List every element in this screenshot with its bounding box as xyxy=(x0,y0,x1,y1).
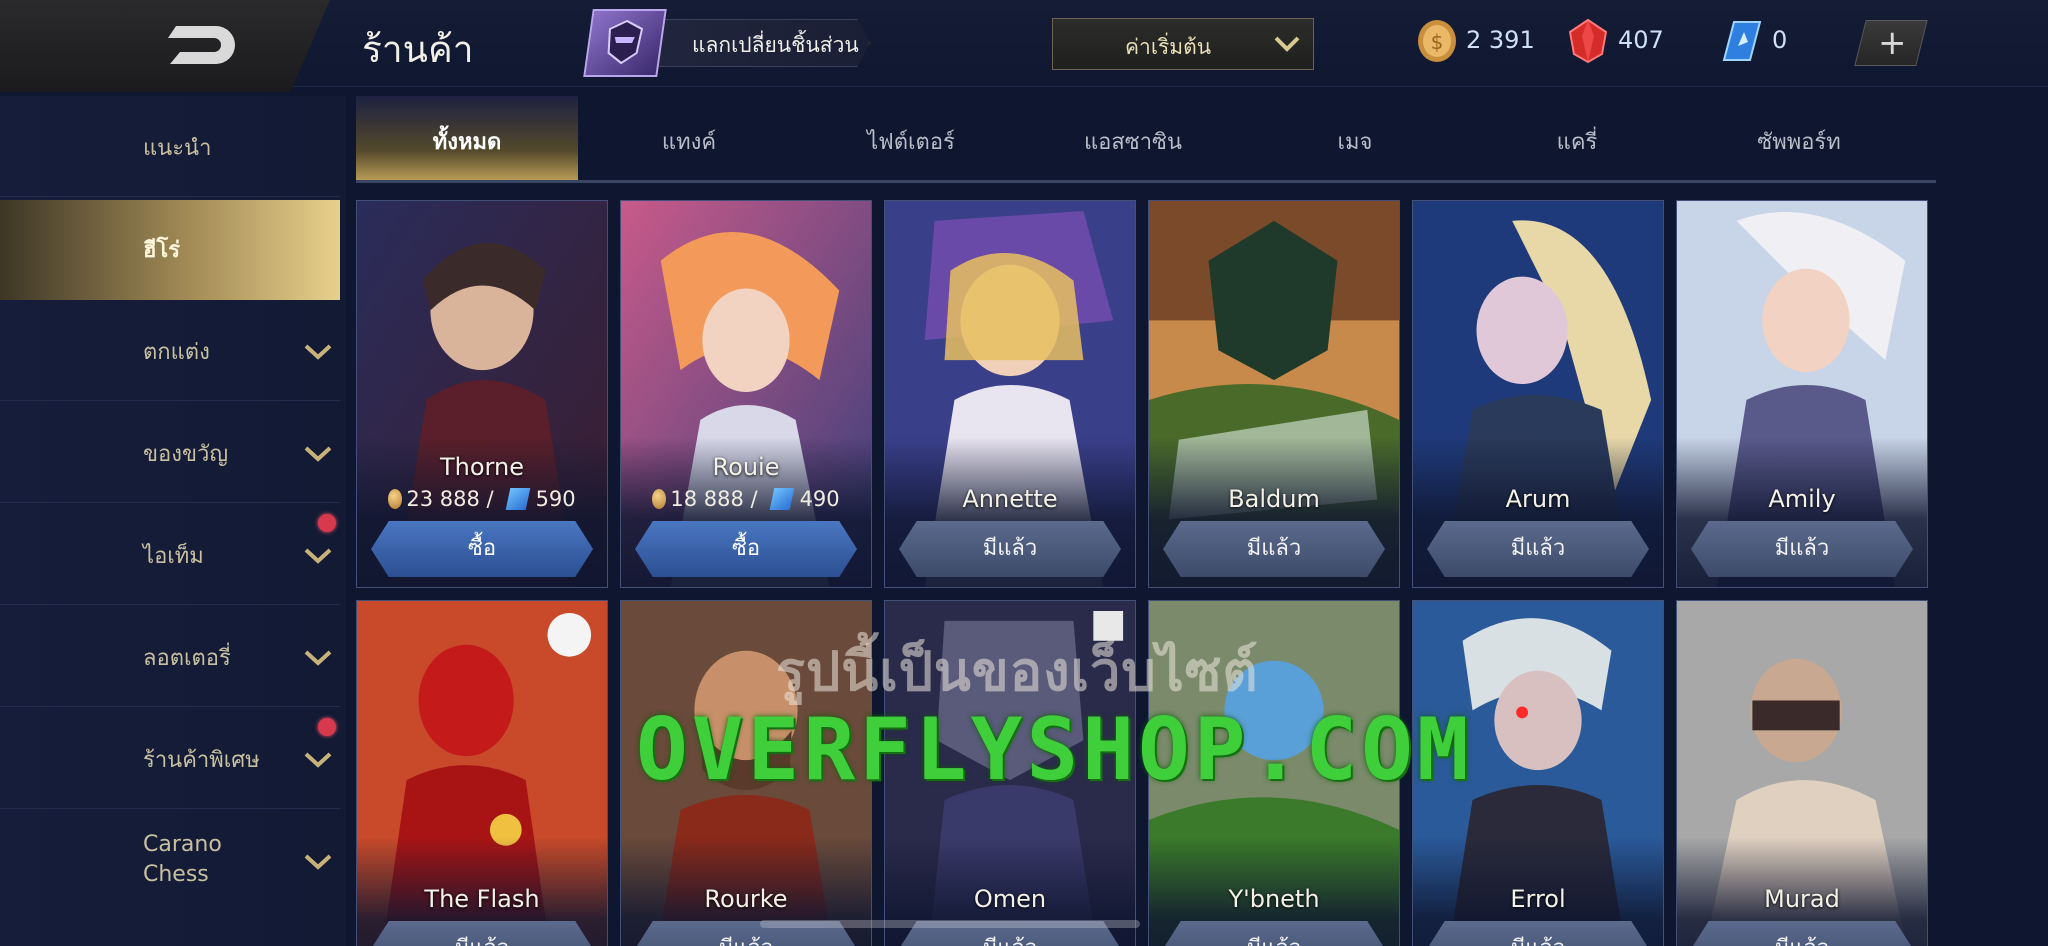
gold-balance: $ 2 391 xyxy=(1416,16,1536,68)
notification-badge xyxy=(318,718,336,736)
sort-label: ค่าเริ่มต้น xyxy=(1125,35,1212,59)
sidebar-item-label: ร้านค้าพิเศษ xyxy=(143,748,260,773)
exchange-fragments-button[interactable]: แลกเปลี่ยนชิ้นส่วน xyxy=(583,9,878,77)
chevron-down-icon xyxy=(304,854,332,870)
hero-card[interactable]: Thorne 23 888 / 590 ซื้อ xyxy=(356,200,608,588)
owned-button[interactable]: มีแล้ว xyxy=(371,921,593,946)
chevron-down-icon xyxy=(304,548,332,564)
gem-amount: 407 xyxy=(1618,26,1664,54)
hero-grid: Thorne 23 888 / 590 ซื้อ Rouie 18 888 / 49… xyxy=(356,200,1936,946)
voucher-icon xyxy=(1722,21,1762,61)
red-gem-icon xyxy=(1568,18,1608,64)
hero-price: 23 888 / 590 xyxy=(357,487,607,511)
role-tabs: ทั้งหมด แทงค์ ไฟต์เตอร์ แอสซาซิน เมจ แคร… xyxy=(356,96,1936,183)
plus-icon: + xyxy=(1878,23,1907,63)
notification-badge xyxy=(318,514,336,532)
hero-card[interactable]: Amily มีแล้ว xyxy=(1676,200,1928,588)
owned-button[interactable]: มีแล้ว xyxy=(1163,921,1385,946)
voucher-price: 590 xyxy=(535,487,576,511)
watermark-site: OVERFLYSHOP.COM xyxy=(636,700,1473,800)
chevron-down-icon xyxy=(304,446,332,462)
chevron-down-icon xyxy=(304,752,332,768)
sidebar-item-items[interactable]: ไอเท็ม xyxy=(0,504,340,605)
tab-assassin[interactable]: แอสซาซิน xyxy=(1022,96,1244,180)
hero-name: Baldum xyxy=(1228,485,1320,513)
hero-name: Thorne xyxy=(440,453,524,481)
sidebar-item-label: ตกแต่ง xyxy=(143,340,210,365)
hero-card[interactable]: The Flash มีแล้ว xyxy=(356,600,608,946)
voucher-amount: 0 xyxy=(1772,26,1788,54)
owned-button[interactable]: มีแล้ว xyxy=(899,521,1121,577)
top-bar: ร้านค้า แลกเปลี่ยนชิ้นส่วน ค่าเริ่มต้น $… xyxy=(0,0,2048,92)
tab-tank[interactable]: แทงค์ xyxy=(578,96,800,180)
owned-button[interactable]: มีแล้ว xyxy=(1163,521,1385,577)
page-title: ร้านค้า xyxy=(362,28,474,71)
voucher-balance: 0 xyxy=(1722,16,1812,68)
svg-text:$: $ xyxy=(1431,30,1444,54)
hero-card[interactable]: Arum มีแล้ว xyxy=(1412,200,1664,588)
gold-amount: 2 391 xyxy=(1466,26,1535,54)
hero-card[interactable]: Annette มีแล้ว xyxy=(884,200,1136,588)
hero-card[interactable]: Baldum มีแล้ว xyxy=(1148,200,1400,588)
gold-coin-icon: $ xyxy=(1418,20,1456,62)
sidebar-item-gifts[interactable]: ของขวัญ xyxy=(0,402,340,503)
owned-button[interactable]: มีแล้ว xyxy=(1691,921,1913,946)
sidebar-item-carano-chess[interactable]: Carano Chess xyxy=(0,810,340,920)
sidebar: แนะนำ ฮีโร่ ตกแต่ง ของขวัญ ไอเท็ม ลอตเตอ… xyxy=(0,96,346,946)
chevron-down-icon xyxy=(304,344,332,360)
sidebar-item-label: ไอเท็ม xyxy=(143,544,204,569)
sort-dropdown[interactable]: ค่าเริ่มต้น xyxy=(1052,18,1314,70)
owned-button[interactable]: มีแล้ว xyxy=(1427,921,1649,946)
sidebar-item-recommended[interactable]: แนะนำ xyxy=(0,96,340,197)
buy-button[interactable]: ซื้อ xyxy=(371,521,593,577)
hero-card[interactable]: Murad มีแล้ว xyxy=(1676,600,1928,946)
tab-support[interactable]: ซัพพอร์ท xyxy=(1688,96,1910,180)
owned-button[interactable]: มีแล้ว xyxy=(1691,521,1913,577)
hero-name: Rourke xyxy=(704,885,788,913)
voucher-icon xyxy=(505,488,530,510)
sidebar-item-label: ฮีโร่ xyxy=(143,238,181,263)
sidebar-item-label: แนะนำ xyxy=(143,136,212,161)
gold-coin-icon xyxy=(652,489,667,509)
hero-name: Murad xyxy=(1764,885,1840,913)
scroll-indicator[interactable] xyxy=(760,920,1140,928)
chevron-down-icon xyxy=(304,650,332,666)
tab-mage[interactable]: เมจ xyxy=(1244,96,1466,180)
sidebar-item-heroes[interactable]: ฮีโร่ xyxy=(0,200,340,300)
hero-name: Rouie xyxy=(712,453,780,481)
sidebar-item-label: ลอตเตอรี่ xyxy=(143,646,231,671)
tab-fighter[interactable]: ไฟต์เตอร์ xyxy=(800,96,1022,180)
sidebar-item-lottery[interactable]: ลอตเตอรี่ xyxy=(0,606,340,707)
hero-name: Amily xyxy=(1768,485,1836,513)
hero-card[interactable]: Rouie 18 888 / 490 ซื้อ xyxy=(620,200,872,588)
gem-balance: 407 xyxy=(1568,16,1678,68)
sidebar-item-skins[interactable]: ตกแต่ง xyxy=(0,300,340,401)
sidebar-item-special-shop[interactable]: ร้านค้าพิเศษ xyxy=(0,708,340,809)
exchange-label: แลกเปลี่ยนชิ้นส่วน xyxy=(692,33,859,57)
hero-name: Omen xyxy=(973,885,1047,913)
voucher-icon xyxy=(769,488,794,510)
tab-carry[interactable]: แครี่ xyxy=(1466,96,1688,180)
back-icon xyxy=(168,26,235,64)
voucher-price: 490 xyxy=(799,487,840,511)
hero-name: Errol xyxy=(1510,885,1566,913)
hero-name: Arum xyxy=(1505,485,1571,513)
sidebar-item-label: Carano Chess xyxy=(143,832,222,887)
hero-name: Annette xyxy=(962,485,1058,513)
buy-button[interactable]: ซื้อ xyxy=(635,521,857,577)
owned-button[interactable]: มีแล้ว xyxy=(1427,521,1649,577)
gold-price: 18 888 / xyxy=(670,487,758,511)
hero-name: The Flash xyxy=(424,885,540,913)
hero-name: Y'bneth xyxy=(1228,885,1320,913)
back-button[interactable] xyxy=(0,0,330,92)
gold-price: 23 888 / xyxy=(406,487,494,511)
sidebar-item-label: ของขวัญ xyxy=(143,442,229,467)
add-currency-button[interactable]: + xyxy=(1854,20,1928,66)
fragment-helmet-icon xyxy=(583,9,667,77)
chevron-down-icon xyxy=(1274,36,1300,52)
hero-price: 18 888 / 490 xyxy=(621,487,871,511)
gold-coin-icon xyxy=(388,489,403,509)
tab-all[interactable]: ทั้งหมด xyxy=(356,96,578,180)
